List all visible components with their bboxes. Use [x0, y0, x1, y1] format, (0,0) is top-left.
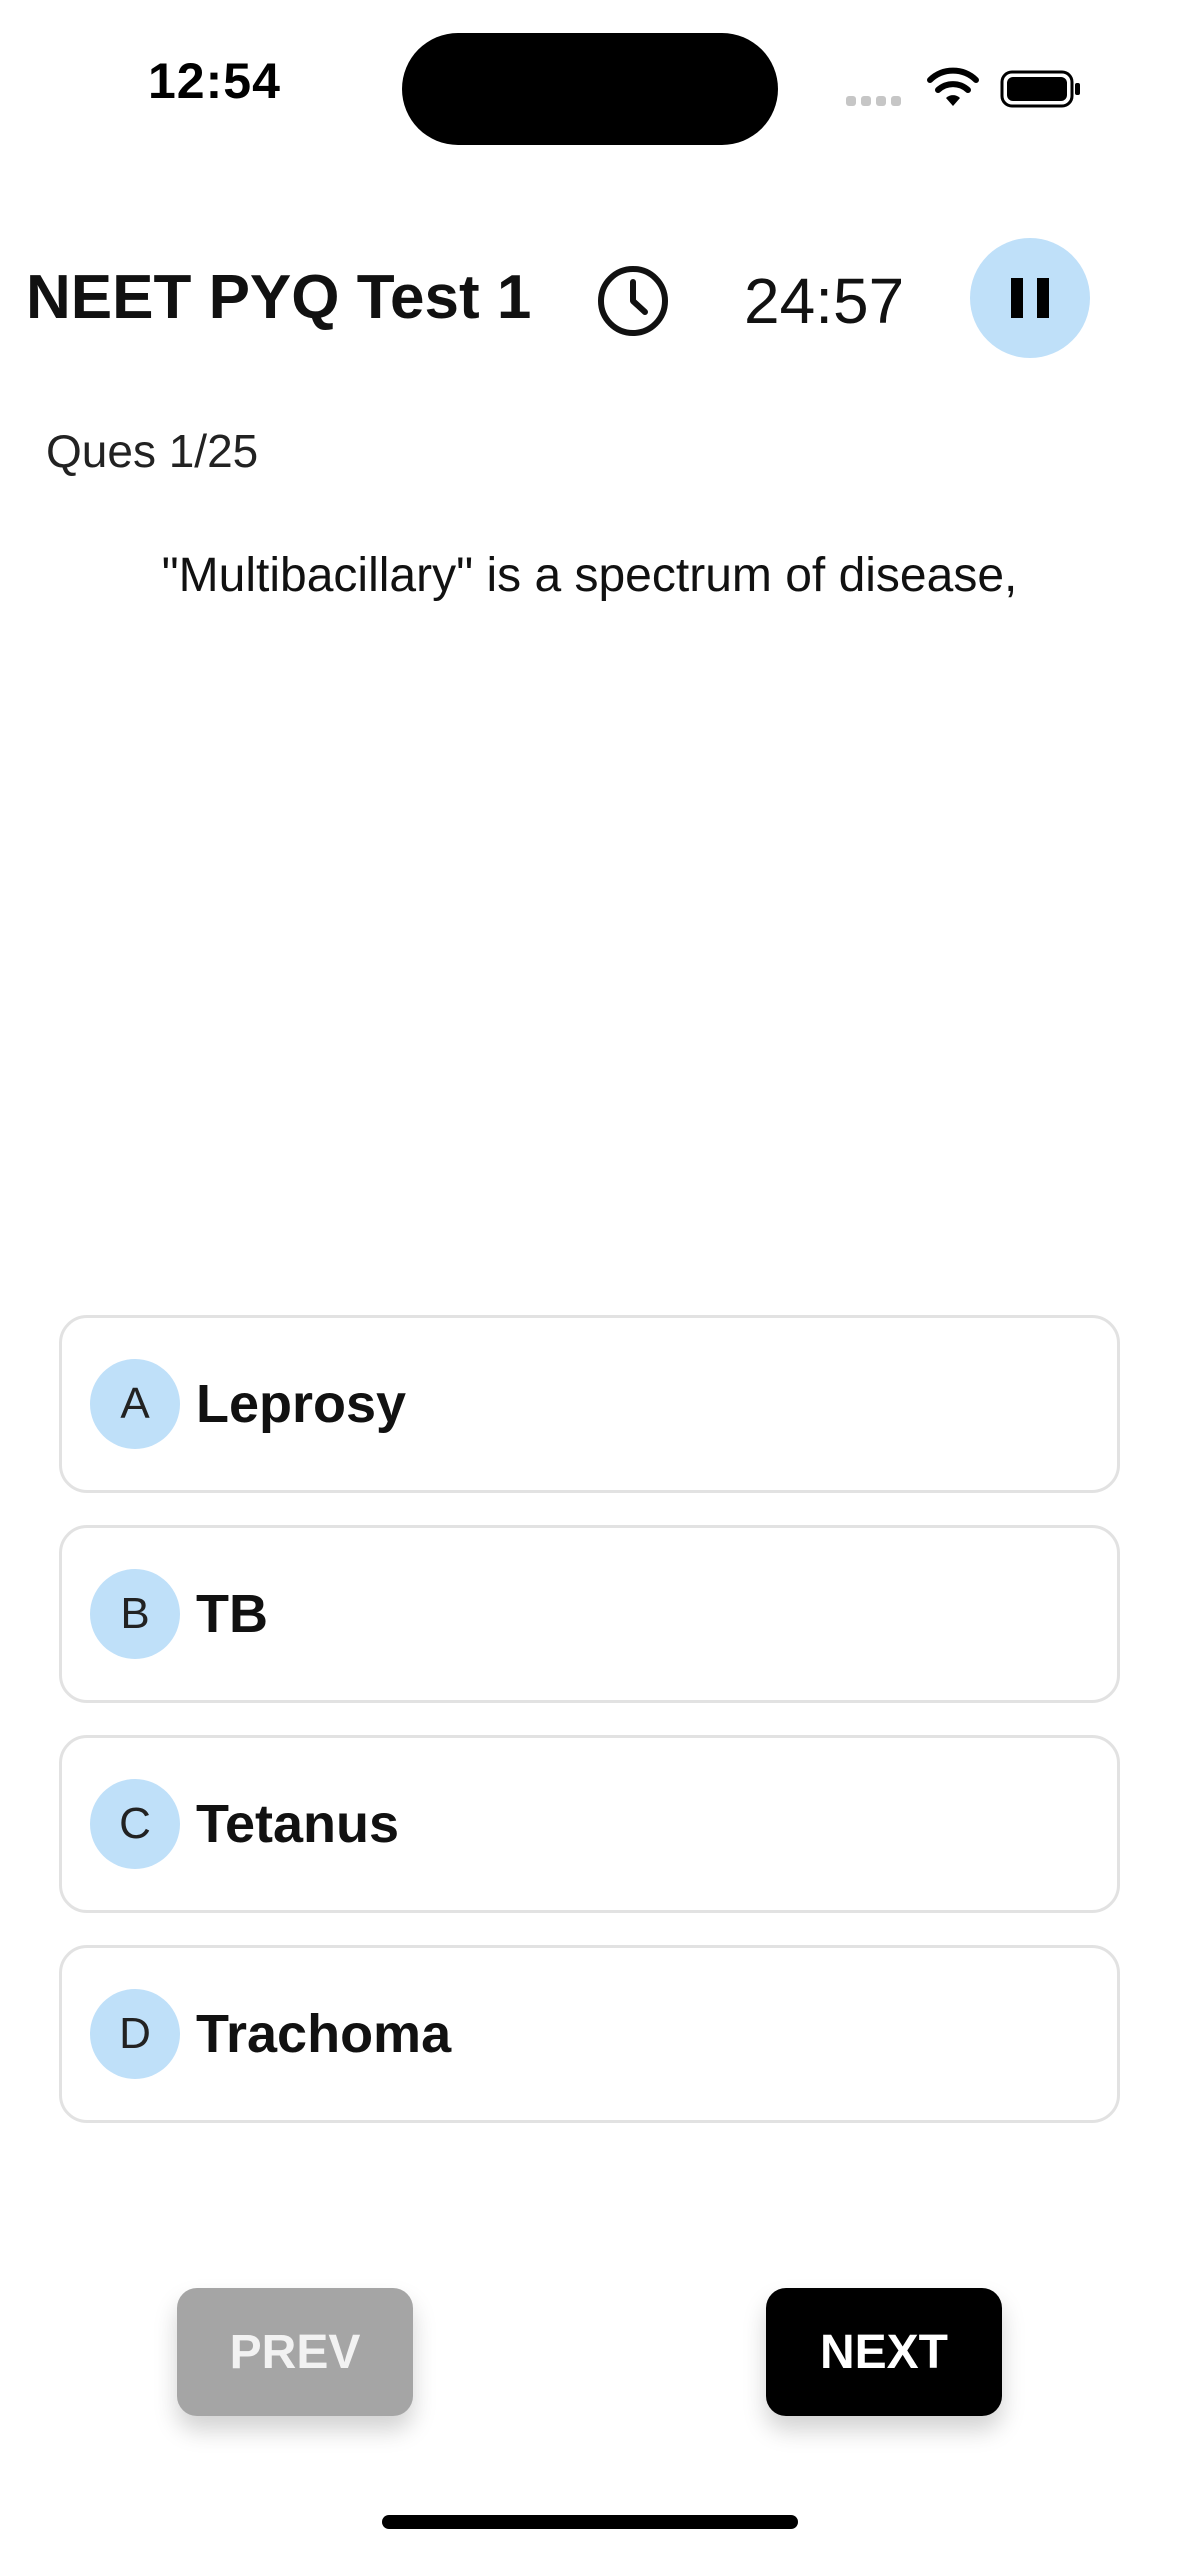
question-counter: Ques 1/25: [46, 425, 259, 477]
battery-icon: [1000, 70, 1080, 108]
option-letter-badge: D: [90, 1989, 180, 2079]
option-label: Leprosy: [196, 1374, 407, 1434]
status-time: 12:54: [148, 53, 281, 109]
option-d[interactable]: D Trachoma: [59, 1945, 1120, 2123]
clock-icon: [598, 266, 668, 336]
option-letter-badge: B: [90, 1569, 180, 1659]
home-indicator: [382, 2515, 798, 2529]
option-letter-badge: A: [90, 1359, 180, 1449]
cellular-signal-icon: [846, 96, 901, 106]
wifi-icon: [927, 67, 979, 106]
option-label: Tetanus: [196, 1794, 400, 1854]
option-letter-badge: C: [90, 1779, 180, 1869]
dynamic-island: [402, 33, 778, 145]
countdown-timer: 24:57: [744, 265, 905, 337]
option-c[interactable]: C Tetanus: [59, 1735, 1120, 1913]
option-label: TB: [196, 1584, 268, 1644]
next-button[interactable]: NEXT: [766, 2288, 1002, 2416]
question-text: "Multibacillary" is a spectrum of diseas…: [161, 549, 1018, 602]
pause-button[interactable]: [970, 238, 1090, 358]
option-b[interactable]: B TB: [59, 1525, 1120, 1703]
quiz-screen: 12:54 NEET PYQ Test 1 24:57 Ques 1/25 "M…: [0, 0, 1179, 2556]
option-label: Trachoma: [196, 2004, 452, 2064]
prev-button[interactable]: PREV: [177, 2288, 413, 2416]
pause-icon: [1011, 278, 1023, 318]
option-a[interactable]: A Leprosy: [59, 1315, 1120, 1493]
test-title: NEET PYQ Test 1: [26, 263, 532, 332]
